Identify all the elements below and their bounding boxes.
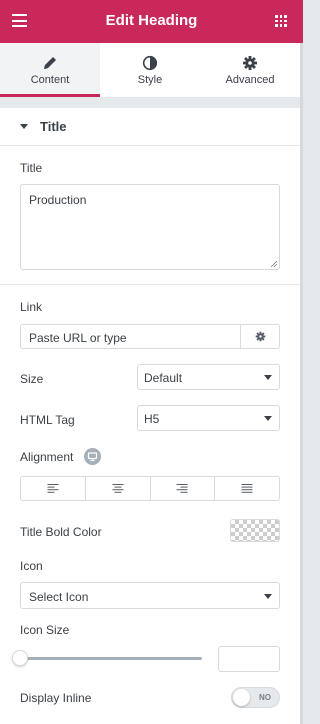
align-center-button[interactable] bbox=[86, 477, 151, 500]
align-justify-button[interactable] bbox=[215, 477, 279, 500]
html-tag-value: H5 bbox=[144, 412, 160, 426]
chevron-down-icon bbox=[264, 416, 272, 421]
editor-tabs: Content Style Advanced bbox=[0, 43, 300, 97]
tab-content[interactable]: Content bbox=[0, 43, 100, 97]
size-value: Default bbox=[144, 371, 183, 385]
align-left-icon bbox=[47, 484, 59, 493]
gear-icon bbox=[255, 331, 266, 342]
toggle-knob bbox=[233, 689, 250, 706]
alignment-label: Alignment bbox=[20, 450, 74, 464]
icon-size-slider-track[interactable] bbox=[20, 657, 202, 660]
divider bbox=[0, 284, 300, 285]
chevron-down-icon bbox=[264, 594, 272, 599]
responsive-desktop-icon[interactable] bbox=[84, 448, 101, 465]
panel-title: Edit Heading bbox=[105, 12, 198, 29]
pencil-icon bbox=[44, 57, 56, 69]
size-select[interactable]: Default bbox=[137, 364, 280, 390]
icon-size-input[interactable] bbox=[218, 646, 280, 672]
align-right-icon bbox=[176, 484, 188, 493]
panel-header: Edit Heading bbox=[0, 0, 303, 43]
section-title-toggle[interactable]: Title bbox=[0, 108, 300, 146]
tab-content-label: Content bbox=[30, 74, 70, 86]
link-url-placeholder: Paste URL or type bbox=[29, 331, 127, 345]
color-picker-swatch[interactable] bbox=[230, 519, 280, 542]
controls-panel: Title Title Production Link Paste URL or… bbox=[0, 108, 300, 724]
tab-style[interactable]: Style bbox=[100, 43, 200, 97]
icon-select-value: Select Icon bbox=[29, 590, 89, 604]
title-textarea[interactable]: Production bbox=[20, 184, 280, 270]
icon-size-slider-handle[interactable] bbox=[12, 650, 28, 666]
chevron-down-icon bbox=[264, 375, 272, 380]
align-justify-icon bbox=[241, 484, 253, 493]
tab-style-label: Style bbox=[137, 74, 163, 86]
title-value: Production bbox=[29, 193, 87, 207]
resize-handle-icon[interactable] bbox=[270, 260, 277, 267]
toggle-state-text: NO bbox=[259, 693, 271, 702]
half-circle-icon bbox=[142, 55, 158, 71]
link-options-button[interactable] bbox=[240, 325, 279, 348]
widgets-grid-icon[interactable] bbox=[275, 15, 287, 27]
title-bold-color-label: Title Bold Color bbox=[20, 525, 102, 539]
size-label: Size bbox=[20, 372, 44, 386]
html-tag-select[interactable]: H5 bbox=[137, 405, 280, 431]
caret-down-icon bbox=[20, 124, 28, 129]
panel-scrollbar[interactable] bbox=[300, 43, 303, 724]
link-url-input[interactable]: Paste URL or type bbox=[20, 324, 280, 349]
tab-advanced-label: Advanced bbox=[225, 74, 275, 86]
icon-label: Icon bbox=[20, 559, 43, 573]
icon-select[interactable]: Select Icon bbox=[20, 582, 280, 609]
tab-advanced[interactable]: Advanced bbox=[200, 43, 300, 97]
title-label: Title bbox=[20, 161, 43, 175]
html-tag-label: HTML Tag bbox=[20, 413, 75, 427]
display-inline-toggle[interactable]: NO bbox=[231, 687, 280, 708]
link-label: Link bbox=[20, 300, 43, 314]
icon-size-label: Icon Size bbox=[20, 623, 70, 637]
align-right-button[interactable] bbox=[151, 477, 216, 500]
align-left-button[interactable] bbox=[21, 477, 86, 500]
align-center-icon bbox=[112, 484, 124, 493]
alignment-button-group bbox=[20, 476, 280, 501]
display-inline-label: Display Inline bbox=[20, 691, 92, 705]
gear-icon bbox=[243, 56, 257, 70]
section-title: Title bbox=[40, 119, 67, 134]
